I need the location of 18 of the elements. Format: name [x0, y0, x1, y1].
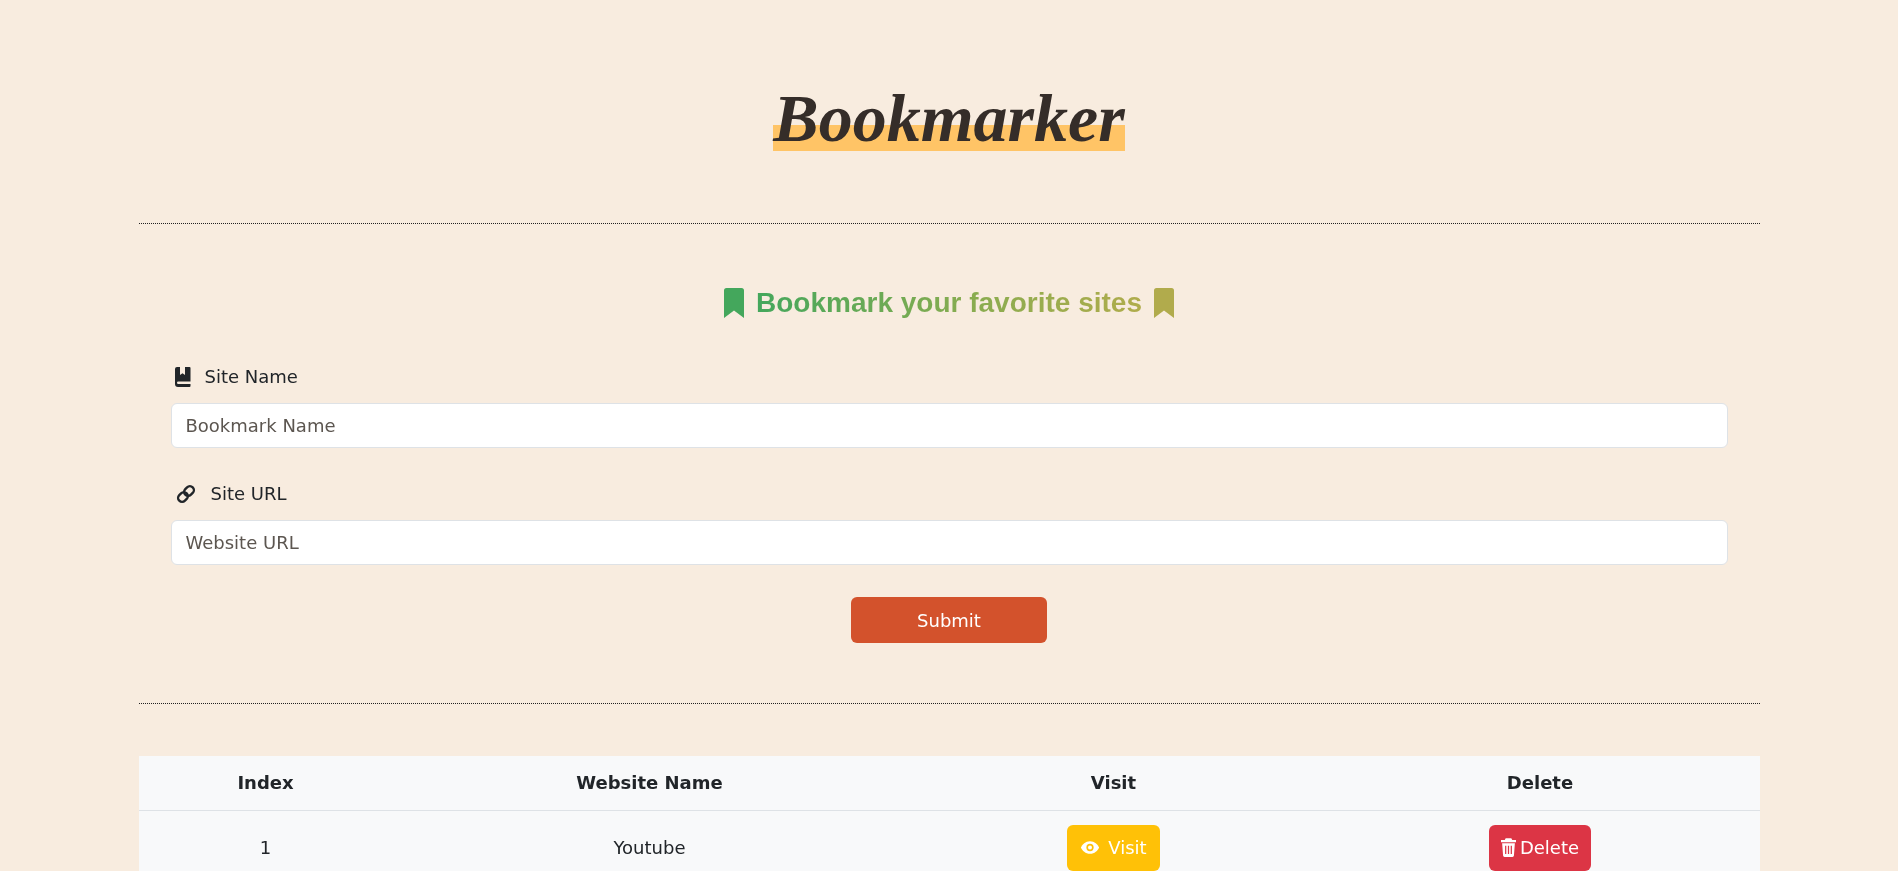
column-header: Visit	[906, 756, 1321, 810]
bookmark-icon	[723, 288, 746, 318]
book-icon	[174, 367, 191, 387]
bookmark-icon	[1152, 288, 1175, 318]
field-label: Site Name	[204, 365, 298, 389]
trash-icon	[1500, 838, 1516, 857]
input-field[interactable]: Bookmark Name	[170, 403, 1728, 448]
column-header: Index	[138, 756, 393, 810]
column-header: Website Name	[392, 756, 907, 810]
link-icon	[174, 483, 197, 505]
column-header: Delete	[1320, 756, 1760, 810]
eye-icon	[1080, 840, 1101, 855]
table-cell: Youtube	[392, 810, 907, 871]
field-label: Site URL	[210, 482, 287, 506]
table-cell: 1	[138, 810, 393, 871]
input-field[interactable]: Website URL	[170, 520, 1728, 565]
delete-button[interactable]: Delete	[1488, 824, 1592, 871]
submit-button[interactable]: Submit	[851, 597, 1047, 643]
